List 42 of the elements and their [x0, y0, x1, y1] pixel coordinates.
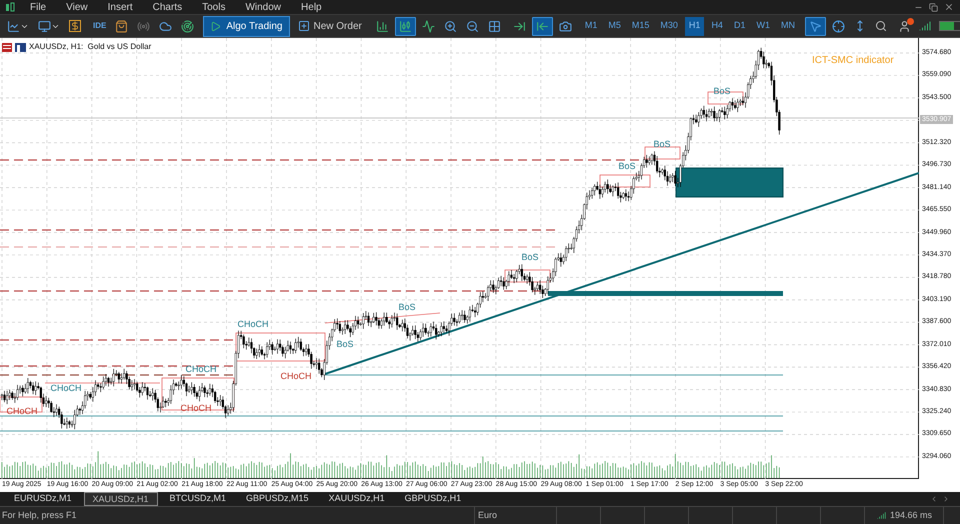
- chart-tab[interactable]: XAUUSDz,H1: [320, 492, 393, 506]
- timeframe-button[interactable]: D1: [730, 16, 750, 36]
- menu-item[interactable]: View: [56, 0, 98, 14]
- chart-title: XAUUSDz, H1: Gold vs US Dollar: [29, 41, 152, 53]
- indicator-label: ICT-SMC indicator: [812, 54, 894, 68]
- structure-label: BoS: [714, 86, 730, 96]
- timeframe-button[interactable]: M5: [604, 16, 625, 36]
- timeframe-button[interactable]: M15: [628, 16, 654, 36]
- chart-tab[interactable]: EURUSDz,M1: [6, 492, 80, 506]
- structure-label: BoS: [398, 302, 416, 312]
- structure-label: CHoCH: [180, 403, 212, 414]
- ide-button[interactable]: IDE: [90, 16, 110, 36]
- timeframe-button[interactable]: M30: [656, 16, 682, 36]
- new-order-button[interactable]: New Order: [292, 16, 367, 36]
- ping-text: 194.66 ms: [890, 508, 932, 522]
- chart-tab[interactable]: GBPUSDz,H1: [396, 492, 470, 506]
- menu-item[interactable]: Tools: [192, 0, 236, 14]
- timeframe-button[interactable]: H1: [684, 16, 704, 36]
- help-text: For Help, press F1: [1, 508, 78, 522]
- chart-tab[interactable]: XAUUSDz,H1: [84, 492, 158, 506]
- timeframe-button[interactable]: W1: [752, 16, 774, 36]
- menu-item[interactable]: Help: [291, 0, 332, 14]
- chart-tab[interactable]: BTCUSDz,M1: [162, 492, 234, 506]
- menu-item[interactable]: File: [20, 0, 56, 14]
- structure-label: CHoCH: [6, 406, 38, 416]
- structure-label: CHoCH: [186, 364, 216, 374]
- timeframe-button[interactable]: M1: [580, 16, 602, 36]
- structure-label: BoS: [522, 252, 538, 262]
- structure-label: CHoCH: [238, 318, 268, 329]
- menu-item[interactable]: Window: [235, 0, 292, 14]
- menu-item[interactable]: Charts: [142, 0, 192, 14]
- algo-trading-button[interactable]: Algo Trading: [203, 16, 290, 36]
- menu-item[interactable]: Insert: [98, 0, 143, 14]
- structure-label: BoS: [336, 339, 354, 350]
- structure-label: CHoCH: [280, 370, 312, 381]
- structure-label: BoS: [654, 139, 670, 150]
- structure-label: BoS: [618, 160, 636, 171]
- status-section: Euro: [474, 507, 556, 524]
- timeframe-button[interactable]: MN: [776, 16, 799, 36]
- timeframe-button[interactable]: H4: [707, 16, 727, 36]
- structure-label: CHoCH: [50, 383, 82, 393]
- chart-tab[interactable]: GBPUSDz,M15: [238, 492, 317, 506]
